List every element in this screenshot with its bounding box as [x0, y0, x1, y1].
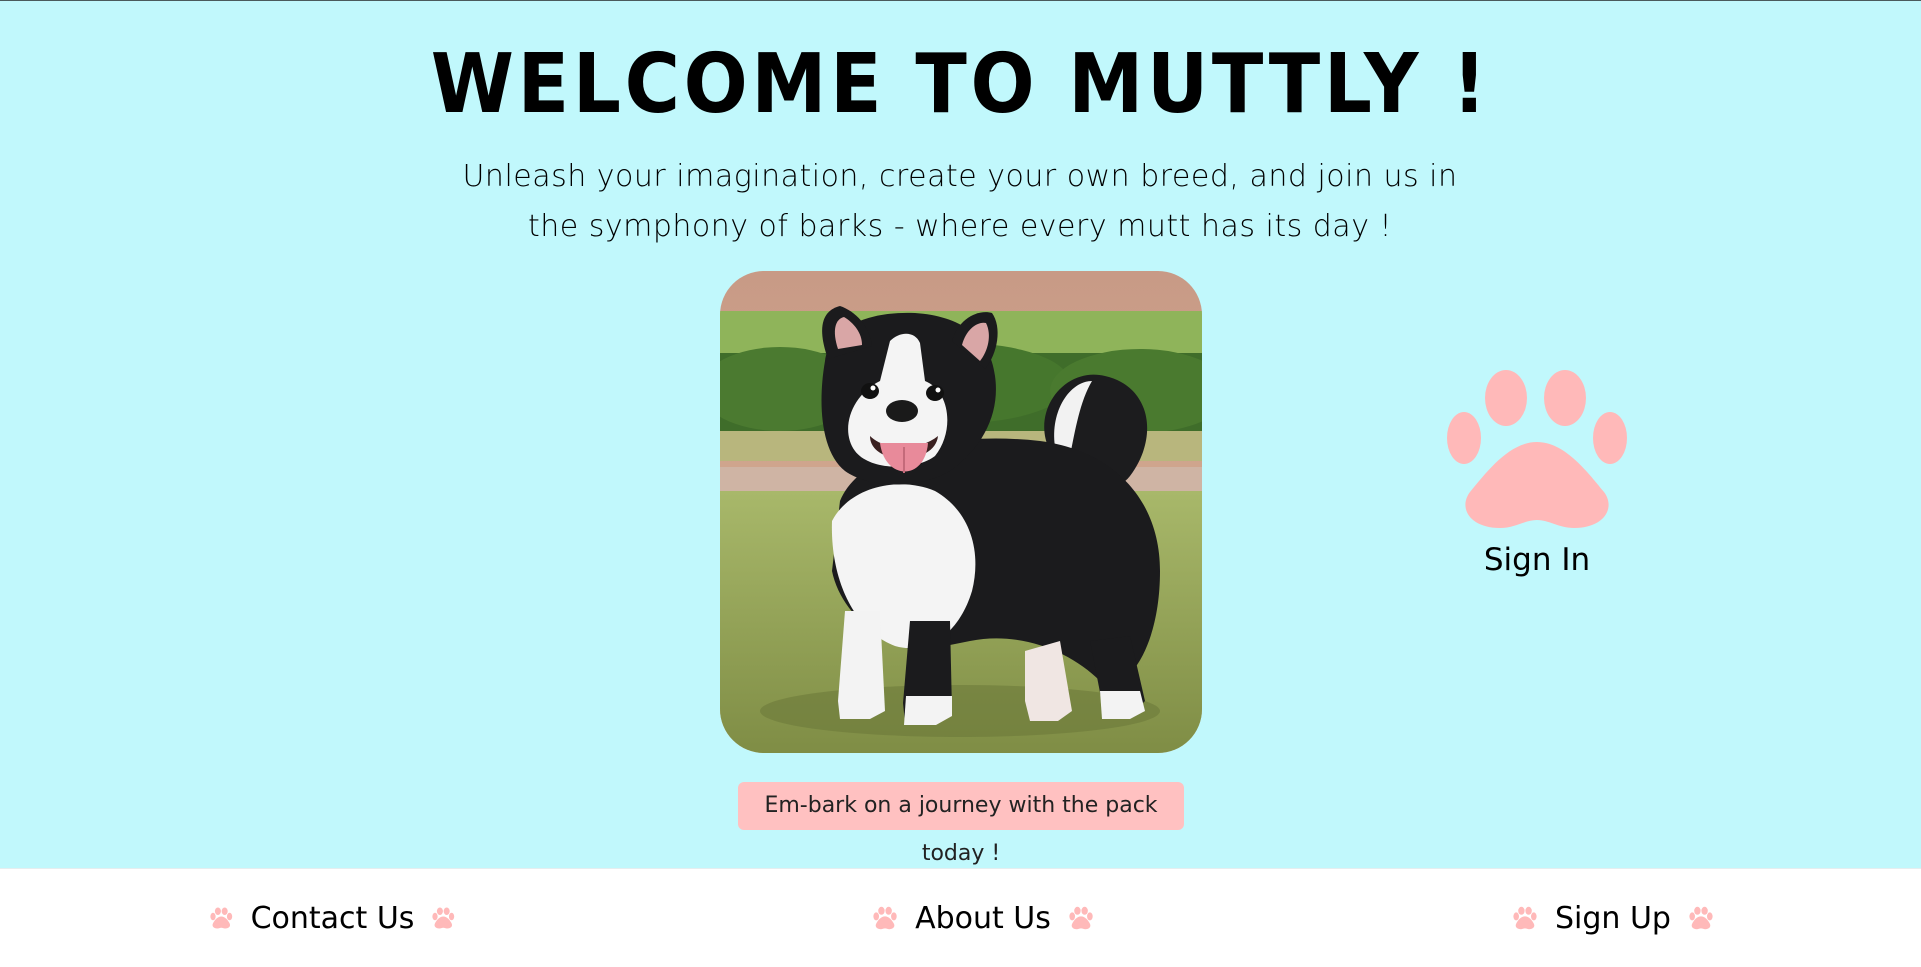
page-title: WELCOME TO MUTTLY ! — [430, 37, 1491, 132]
footer-link-label: About Us — [915, 900, 1051, 936]
footer-link-contact[interactable]: Contact Us — [210, 869, 455, 967]
sign-in-label: Sign In — [1483, 542, 1591, 578]
dog-photo — [720, 271, 1202, 753]
footer-link-label: Sign Up — [1555, 900, 1671, 936]
paw-icon — [1447, 370, 1627, 528]
top-border — [0, 0, 1921, 1]
paw-icon — [210, 907, 233, 929]
sign-in-button[interactable]: Sign In — [1440, 370, 1634, 610]
paw-icon — [873, 906, 897, 930]
footer-link-about[interactable]: About Us — [873, 869, 1093, 967]
paw-icon — [1069, 906, 1093, 930]
paw-icon — [1513, 906, 1537, 930]
paw-icon — [1689, 906, 1713, 930]
paw-icon — [432, 907, 455, 929]
page-subtitle: Unleash your imagination, create your ow… — [462, 159, 1458, 244]
cta-banner: Em-bark on a journey with the pack today… — [738, 782, 1184, 866]
footer-link-label: Contact Us — [250, 900, 415, 936]
footer: Contact Us About Us Sign Up — [0, 868, 1921, 967]
footer-link-signup[interactable]: Sign Up — [1513, 869, 1713, 967]
